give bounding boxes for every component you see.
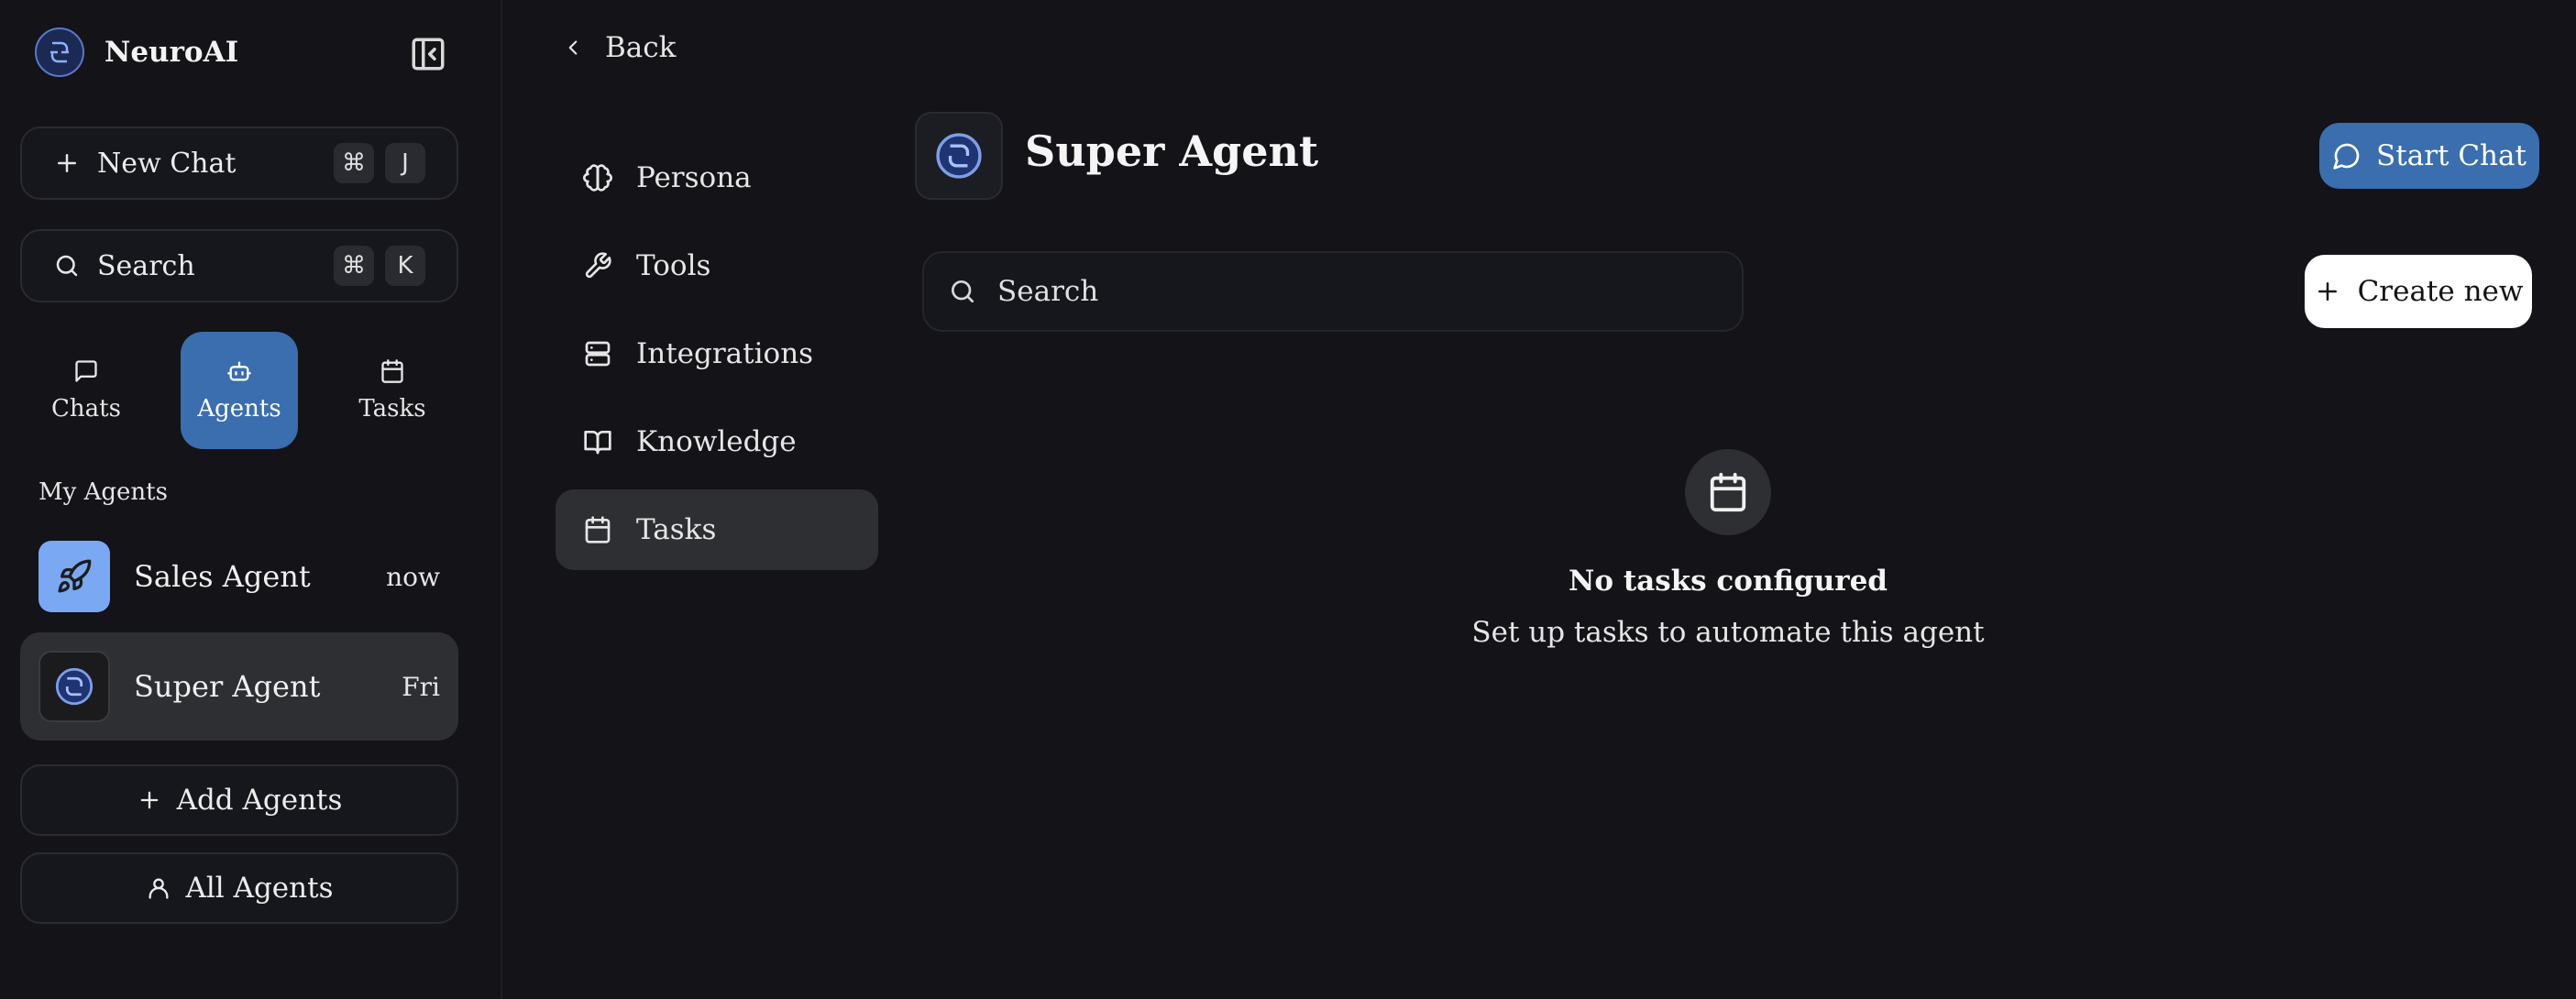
add-agents-button[interactable]: Add Agents (20, 764, 458, 836)
empty-state-icon (1685, 449, 1771, 535)
tasks-search[interactable] (922, 251, 1744, 332)
agent-item-super-agent[interactable]: Super Agent Fri (20, 632, 458, 741)
all-agents-label: All Agents (185, 872, 334, 905)
search-input[interactable] (997, 275, 1712, 308)
create-new-button[interactable]: Create new (2305, 255, 2532, 328)
empty-state-subtitle: Set up tasks to automate this agent (1471, 616, 1985, 649)
tab-label: Chats (51, 395, 121, 423)
start-chat-button[interactable]: Start Chat (2319, 123, 2539, 189)
new-chat-button[interactable]: New Chat ⌘ J (20, 126, 458, 200)
brand-name: NeuroAI (105, 36, 239, 69)
brand[interactable]: NeuroAI (35, 27, 238, 77)
plus-icon (137, 787, 162, 813)
empty-state-title: No tasks configured (1569, 565, 1888, 598)
calendar-icon (380, 358, 405, 384)
nav-label: Persona (636, 161, 752, 194)
shortcut-key-j: J (385, 143, 425, 183)
wrench-icon (583, 251, 612, 280)
agent-item-sales-agent[interactable]: Sales Agent now (20, 522, 458, 631)
agent-name: Super Agent (134, 669, 321, 704)
nav-label: Tools (636, 249, 711, 282)
search-label: Search (97, 249, 195, 282)
agent-avatar (915, 112, 1003, 200)
all-agents-button[interactable]: All Agents (20, 852, 458, 924)
mode-tabs: Chats Agents Tasks (20, 332, 458, 449)
nav-label: Tasks (636, 513, 717, 546)
calendar-icon (583, 515, 612, 544)
search-icon (53, 252, 81, 280)
create-new-label: Create new (2357, 275, 2524, 308)
agent-name: Sales Agent (134, 559, 311, 594)
nav-item-tasks[interactable]: Tasks (556, 489, 878, 570)
chevron-left-icon (561, 36, 585, 60)
sidebar-collapse-icon[interactable] (409, 35, 447, 73)
back-link[interactable]: Back (561, 31, 676, 64)
tab-label: Tasks (358, 395, 426, 423)
nav-item-knowledge[interactable]: Knowledge (556, 401, 878, 482)
rocket-icon (39, 541, 110, 612)
nav-label: Knowledge (636, 425, 797, 458)
shortcut-key-cmd: ⌘ (334, 246, 374, 286)
agent-settings-nav: Persona Tools Integrations Knowledge Tas… (556, 137, 878, 577)
shortcut-key-cmd: ⌘ (334, 143, 374, 183)
nav-item-persona[interactable]: Persona (556, 137, 878, 218)
agent-timestamp: Fri (402, 671, 440, 702)
tab-tasks[interactable]: Tasks (334, 332, 451, 449)
neuroai-logo (39, 651, 110, 722)
add-agents-label: Add Agents (176, 784, 343, 817)
agent-timestamp: now (386, 561, 440, 592)
tab-label: Agents (197, 395, 281, 423)
back-label: Back (605, 31, 677, 64)
neuroai-logo (35, 27, 84, 77)
user-icon (146, 875, 171, 901)
shortcut-key-k: K (385, 246, 425, 286)
start-chat-label: Start Chat (2376, 139, 2526, 172)
server-icon (583, 339, 612, 368)
nav-item-integrations[interactable]: Integrations (556, 313, 878, 394)
tab-chats[interactable]: Chats (28, 332, 145, 449)
nav-label: Integrations (636, 337, 814, 370)
plus-icon (53, 149, 81, 177)
search-icon (948, 277, 977, 306)
sidebar: NeuroAI New Chat ⌘ J Search ⌘ K Chats Ag… (0, 0, 502, 999)
tab-agents[interactable]: Agents (181, 332, 298, 449)
new-chat-label: New Chat (97, 147, 237, 180)
book-open-icon (583, 427, 612, 456)
my-agents-heading: My Agents (39, 478, 168, 506)
page-title: Super Agent (1025, 126, 1319, 176)
nav-item-tools[interactable]: Tools (556, 225, 878, 306)
sidebar-search-button[interactable]: Search ⌘ K (20, 229, 458, 302)
message-circle-icon (2332, 141, 2361, 170)
calendar-icon (1707, 471, 1749, 513)
message-square-icon (73, 358, 99, 384)
brain-icon (583, 163, 612, 192)
plus-icon (2314, 278, 2341, 305)
bot-icon (226, 358, 252, 384)
